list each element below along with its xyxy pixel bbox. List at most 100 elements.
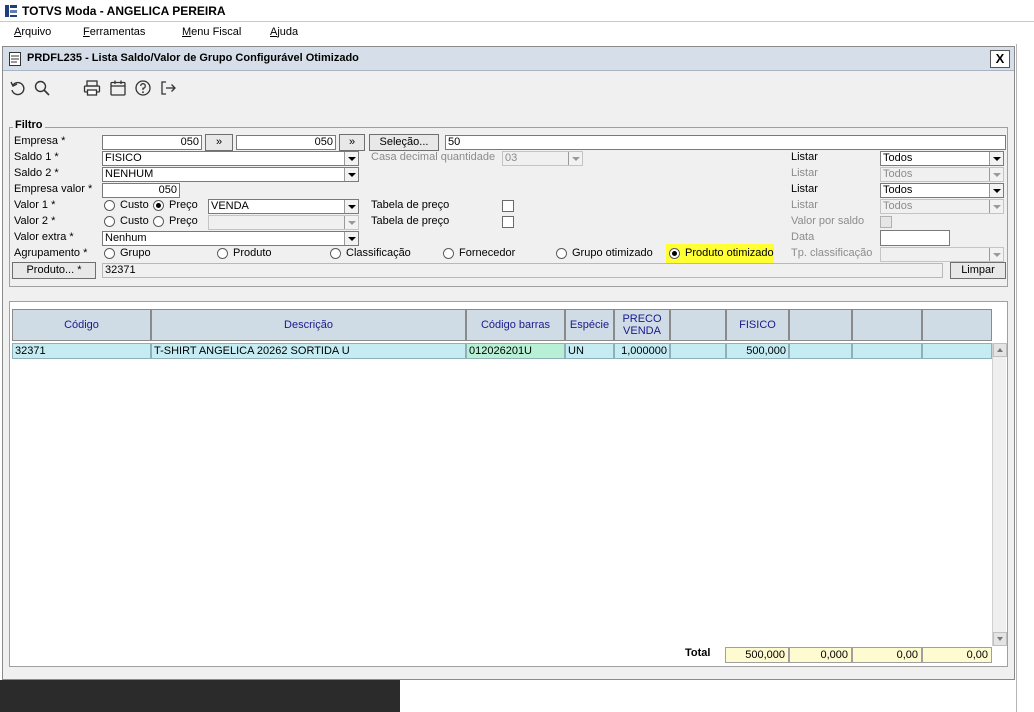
produto-input[interactable]: 32371 bbox=[102, 263, 943, 278]
table-cell-blank-4[interactable] bbox=[922, 343, 992, 359]
column-header-fisico[interactable]: FISICO bbox=[726, 309, 789, 341]
saldo1-value: FISICO bbox=[105, 152, 142, 164]
table-cell-blank-3[interactable] bbox=[852, 343, 922, 359]
print-icon[interactable] bbox=[83, 79, 101, 97]
total-col-10: 0,00 bbox=[922, 647, 992, 663]
table-cell-especie[interactable]: UN bbox=[565, 343, 614, 359]
total-col-9: 0,00 bbox=[852, 647, 922, 663]
empresa-to-lookup-button[interactable]: » bbox=[339, 134, 365, 151]
table-cell-blank-2[interactable] bbox=[789, 343, 852, 359]
agrupamento-fornecedor-label: Fornecedor bbox=[459, 247, 516, 259]
scroll-down-icon[interactable] bbox=[993, 632, 1007, 646]
valor1-custo-label: Custo bbox=[120, 199, 149, 211]
dropdown-arrow-icon bbox=[344, 168, 358, 181]
table-cell-codigo[interactable]: 32371 bbox=[12, 343, 151, 359]
column-header-blank-4[interactable] bbox=[922, 309, 992, 341]
menu-fiscal[interactable]: Menu Fiscal bbox=[182, 26, 241, 38]
agrupamento-fornecedor-radio[interactable] bbox=[443, 248, 454, 259]
valor1-preco-radio[interactable] bbox=[153, 200, 164, 211]
listar-value-1: Todos bbox=[883, 152, 913, 164]
listar-select-1[interactable]: Todos bbox=[880, 151, 1004, 166]
dropdown-arrow-icon bbox=[989, 200, 1003, 213]
casa-decimal-label: Casa decimal quantidade bbox=[371, 151, 496, 163]
tabela-preco-label-2: Tabela de preço bbox=[371, 215, 450, 227]
undo-icon[interactable] bbox=[9, 79, 27, 97]
empresa-valor-label: Empresa valor * bbox=[14, 183, 93, 195]
column-header-blank-2[interactable] bbox=[789, 309, 852, 341]
valor1-custo-radio[interactable] bbox=[104, 200, 115, 211]
dropdown-arrow-icon bbox=[568, 152, 582, 165]
listar-label-3: Listar bbox=[791, 183, 818, 195]
produto-button[interactable]: Produto... * bbox=[12, 262, 96, 279]
filter-legend: Filtro bbox=[13, 119, 45, 131]
column-header-codigo[interactable]: Código bbox=[12, 309, 151, 341]
valor1-tabela-select[interactable]: VENDA bbox=[208, 199, 359, 214]
search-icon[interactable] bbox=[33, 79, 51, 97]
column-header-blank-1[interactable] bbox=[670, 309, 726, 341]
data-input[interactable] bbox=[880, 230, 950, 246]
valor2-custo-radio[interactable] bbox=[104, 216, 115, 227]
selecao-button[interactable]: Seleção... bbox=[369, 134, 439, 151]
app-title-bar: TOTVS Moda - ANGELICA PEREIRA bbox=[0, 0, 1034, 22]
valor2-preco-label: Preço bbox=[169, 215, 198, 227]
column-header-blank-3[interactable] bbox=[852, 309, 922, 341]
calendar-icon[interactable] bbox=[109, 79, 127, 97]
dropdown-arrow-icon bbox=[989, 168, 1003, 181]
agrupamento-classificacao-label: Classificação bbox=[346, 247, 411, 259]
casa-decimal-select: 03 bbox=[502, 151, 583, 166]
menu-arquivo[interactable]: Arquivo bbox=[14, 26, 51, 38]
table-cell-codigo-barras[interactable]: 012026201U bbox=[466, 343, 565, 359]
scroll-up-icon[interactable] bbox=[993, 343, 1007, 357]
help-icon[interactable] bbox=[134, 79, 152, 97]
listar-select-2: Todos bbox=[880, 167, 1004, 182]
table-cell-fisico[interactable]: 500,000 bbox=[726, 343, 789, 359]
table-cell-preco-venda[interactable]: 1,000000 bbox=[614, 343, 670, 359]
valor2-preco-radio[interactable] bbox=[153, 216, 164, 227]
close-button[interactable]: X bbox=[990, 50, 1010, 68]
saldo2-select[interactable]: NENHUM bbox=[102, 167, 359, 182]
grid-vertical-scrollbar[interactable] bbox=[992, 343, 1007, 646]
valor-por-saldo-checkbox bbox=[880, 216, 892, 228]
total-col-8: 0,000 bbox=[789, 647, 852, 663]
column-header-descricao[interactable]: Descrição bbox=[151, 309, 466, 341]
empresa-from-lookup-button[interactable]: » bbox=[205, 134, 233, 151]
table-cell-descricao[interactable]: T-SHIRT ANGELICA 20262 SORTIDA U bbox=[151, 343, 466, 359]
listar-value-4: Todos bbox=[883, 200, 913, 212]
selecao-input[interactable]: 50 bbox=[445, 135, 1006, 150]
tp-classificacao-label: Tp. classificação bbox=[791, 247, 873, 259]
background-divider bbox=[1016, 44, 1017, 712]
tabela-preco-checkbox-1[interactable] bbox=[502, 200, 514, 212]
valor-extra-select[interactable]: Nenhum bbox=[102, 231, 359, 246]
column-header-especie[interactable]: Espécie bbox=[565, 309, 614, 341]
agrupamento-classificacao-radio[interactable] bbox=[330, 248, 341, 259]
agrupamento-grupo-otimizado-radio[interactable] bbox=[556, 248, 567, 259]
dropdown-arrow-icon bbox=[344, 232, 358, 245]
valor1-tabela-value: VENDA bbox=[211, 200, 249, 212]
listar-label-4: Listar bbox=[791, 199, 818, 211]
agrupamento-grupo-radio[interactable] bbox=[104, 248, 115, 259]
empresa-valor-input[interactable]: 050 bbox=[102, 183, 180, 198]
exit-icon[interactable] bbox=[159, 79, 177, 97]
valor2-custo-label: Custo bbox=[120, 215, 149, 227]
agrupamento-grupo-otimizado-label: Grupo otimizado bbox=[572, 247, 653, 259]
agrupamento-produto-radio[interactable] bbox=[217, 248, 228, 259]
listar-label-1: Listar bbox=[791, 151, 818, 163]
totvs-logo-icon bbox=[5, 5, 17, 17]
saldo2-label: Saldo 2 * bbox=[14, 167, 59, 179]
listar-value-3: Todos bbox=[883, 184, 913, 196]
empresa-to-input[interactable]: 050 bbox=[236, 135, 336, 150]
column-header-preco-venda[interactable]: PRECO VENDA bbox=[614, 309, 670, 341]
limpar-button[interactable]: Limpar bbox=[950, 262, 1006, 279]
menu-ajuda[interactable]: Ajuda bbox=[270, 26, 298, 38]
table-cell-blank-1[interactable] bbox=[670, 343, 726, 359]
document-icon bbox=[9, 52, 21, 66]
agrupamento-produto-otimizado-radio[interactable] bbox=[669, 248, 680, 259]
empresa-from-input[interactable]: 050 bbox=[102, 135, 202, 150]
saldo1-select[interactable]: FISICO bbox=[102, 151, 359, 166]
tabela-preco-checkbox-2[interactable] bbox=[502, 216, 514, 228]
menu-ferramentas[interactable]: Ferramentas bbox=[83, 26, 145, 38]
column-header-codigo-barras[interactable]: Código barras bbox=[466, 309, 565, 341]
dropdown-arrow-icon bbox=[344, 152, 358, 165]
listar-value-2: Todos bbox=[883, 168, 913, 180]
listar-select-3[interactable]: Todos bbox=[880, 183, 1004, 198]
